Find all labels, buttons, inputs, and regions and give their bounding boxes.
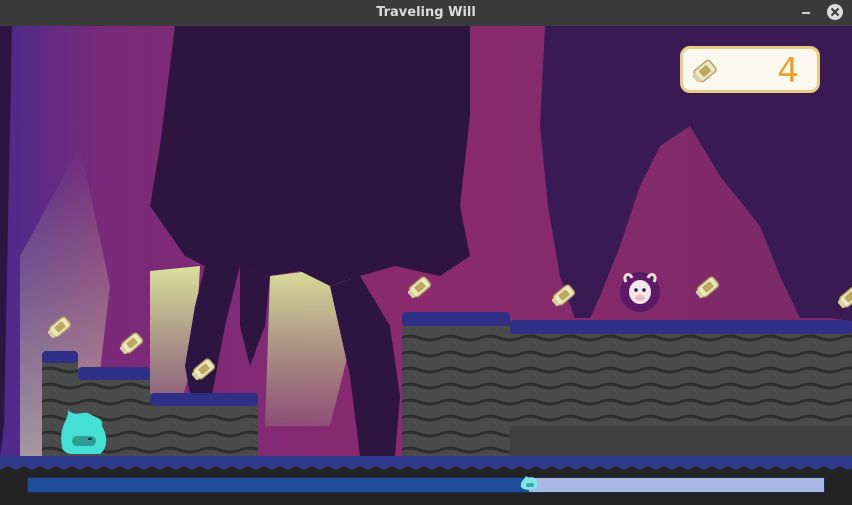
close-button[interactable] [826, 3, 844, 21]
score-panel: 4 [680, 46, 820, 93]
player-progress-marker-icon [521, 476, 539, 490]
scroll-coin-pickup [405, 272, 435, 306]
platform-4 [402, 312, 510, 462]
level-progress-bar [27, 476, 825, 493]
game-scene [0, 26, 852, 505]
scroll-coin-pickup [189, 354, 219, 388]
scroll-coin-pickup [549, 280, 579, 314]
scroll-coin-icon [692, 59, 717, 83]
level-progress-fill [28, 478, 530, 492]
score-counter: 4 [777, 51, 799, 91]
scroll-coin-pickup [835, 282, 852, 316]
scroll-coin-pickup [117, 328, 147, 362]
platform-3 [150, 393, 258, 462]
scroll-coin-pickup [45, 312, 75, 346]
enemy-bull [620, 272, 660, 312]
window-title: Traveling Will [376, 5, 476, 20]
game-viewport[interactable]: 4 [0, 26, 852, 505]
minimize-icon [802, 12, 810, 14]
close-icon [827, 4, 843, 20]
scroll-coin-pickup [693, 272, 723, 306]
minimize-button[interactable] [797, 3, 815, 21]
window-titlebar: Traveling Will [0, 0, 852, 27]
platform-5 [510, 320, 852, 462]
